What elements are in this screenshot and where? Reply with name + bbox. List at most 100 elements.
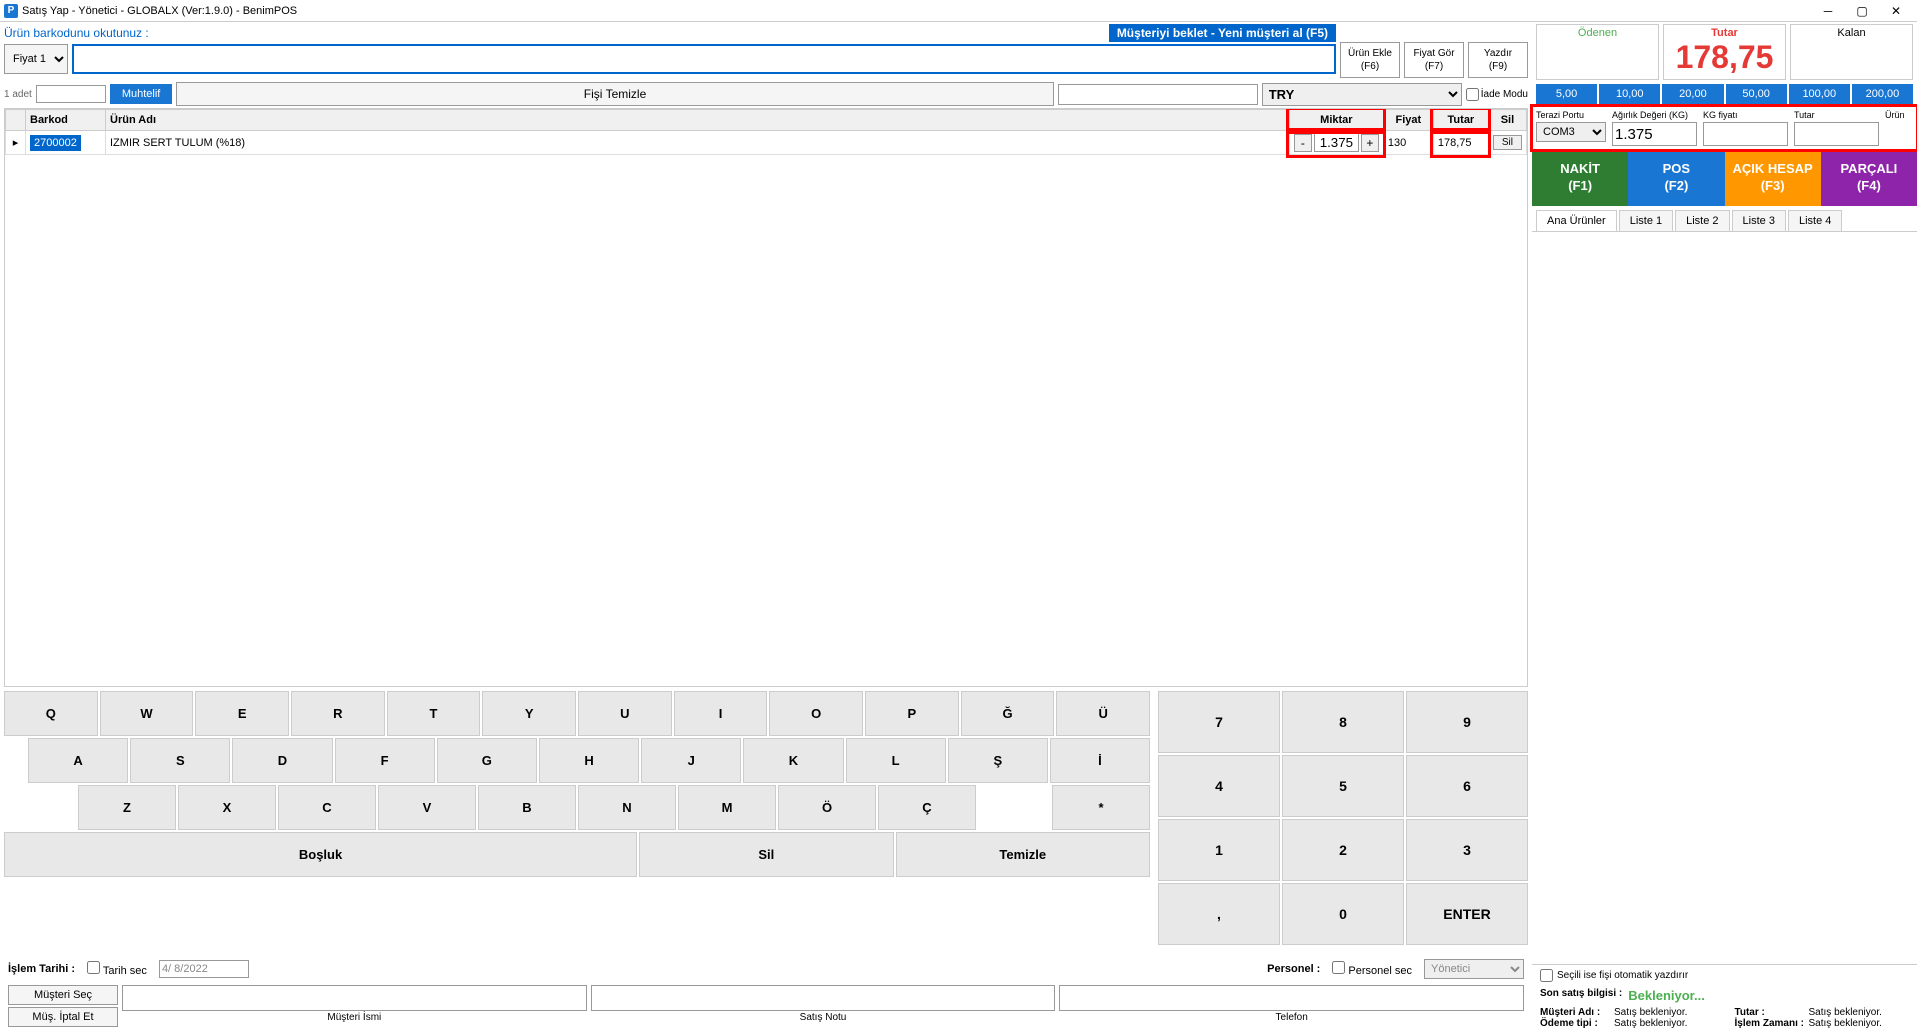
return-mode-checkbox[interactable]: İade Modu <box>1466 88 1528 101</box>
misc-button[interactable]: Muhtelif <box>110 84 173 104</box>
date-select-checkbox[interactable]: Tarih sec <box>87 961 147 977</box>
customer-select-button[interactable]: Müşteri Seç <box>8 985 118 1005</box>
kb-key-o[interactable]: O <box>769 691 863 736</box>
kb-key-m[interactable]: M <box>678 785 776 830</box>
kb-key-r[interactable]: R <box>291 691 385 736</box>
kb-key-h[interactable]: H <box>539 738 639 783</box>
col-sil[interactable]: Sil <box>1488 110 1526 131</box>
kb-key-z[interactable]: Z <box>78 785 176 830</box>
kb-key-q[interactable]: Q <box>4 691 98 736</box>
personnel-select[interactable]: Yönetici <box>1424 959 1524 979</box>
open-account-button[interactable]: AÇIK HESAP (F3) <box>1725 150 1821 206</box>
price-select[interactable]: Fiyat 1 <box>4 44 68 74</box>
kb-key-i[interactable]: I <box>674 691 768 736</box>
kb-key-x[interactable]: X <box>178 785 276 830</box>
clear-receipt-button[interactable]: Fişi Temizle <box>176 82 1053 106</box>
kb-key-l[interactable]: L <box>846 738 946 783</box>
numpad-7[interactable]: 7 <box>1158 691 1280 753</box>
add-product-button[interactable]: Ürün Ekle (F6) <box>1340 42 1400 78</box>
kb-key-i̇[interactable]: İ <box>1050 738 1150 783</box>
quick-amount-5,00[interactable]: 5,00 <box>1536 84 1597 104</box>
customer-name-input[interactable] <box>122 985 587 1011</box>
qty-input[interactable] <box>1314 133 1359 152</box>
product-tab-2[interactable]: Liste 2 <box>1675 210 1729 231</box>
partial-button[interactable]: PARÇALI (F4) <box>1821 150 1917 206</box>
numpad-5[interactable]: 5 <box>1282 755 1404 817</box>
product-tab-1[interactable]: Liste 1 <box>1619 210 1673 231</box>
kb-key-y[interactable]: Y <box>482 691 576 736</box>
quick-amount-10,00[interactable]: 10,00 <box>1599 84 1660 104</box>
kb-key-g[interactable]: G <box>437 738 537 783</box>
table-row[interactable]: ▸ 2700002 IZMIR SERT TULUM (%18) -+ 130 … <box>6 131 1527 155</box>
kb-key-n[interactable]: N <box>578 785 676 830</box>
product-tab-4[interactable]: Liste 4 <box>1788 210 1842 231</box>
numpad-6[interactable]: 6 <box>1406 755 1528 817</box>
kb-key-ş[interactable]: Ş <box>948 738 1048 783</box>
kb-key-ğ[interactable]: Ğ <box>961 691 1055 736</box>
kb-key-w[interactable]: W <box>100 691 194 736</box>
numpad-2[interactable]: 2 <box>1282 819 1404 881</box>
qty-plus[interactable]: + <box>1361 134 1379 152</box>
kg-price-input[interactable] <box>1703 122 1788 146</box>
see-price-button[interactable]: Fiyat Gör (F7) <box>1404 42 1464 78</box>
numpad-,[interactable]: , <box>1158 883 1280 945</box>
numpad-9[interactable]: 9 <box>1406 691 1528 753</box>
cash-button[interactable]: NAKİT (F1) <box>1532 150 1628 206</box>
auto-print-checkbox[interactable]: Seçili ise fişi otomatik yazdırır <box>1540 969 1909 982</box>
weight-input[interactable] <box>1612 122 1697 146</box>
col-barkod[interactable]: Barkod <box>26 110 106 131</box>
kb-key-ü[interactable]: Ü <box>1056 691 1150 736</box>
delete-row-button[interactable]: Sil <box>1493 135 1522 150</box>
sale-note-input[interactable] <box>591 985 1056 1011</box>
product-search-input[interactable] <box>1058 84 1258 105</box>
kb-key-p[interactable]: P <box>865 691 959 736</box>
personnel-select-checkbox[interactable]: Personel sec <box>1332 961 1412 977</box>
kb-key-f[interactable]: F <box>335 738 435 783</box>
hold-customer-button[interactable]: Müşteriyi beklet - Yeni müşteri al (F5) <box>1109 24 1336 42</box>
numpad-0[interactable]: 0 <box>1282 883 1404 945</box>
kb-key-ç[interactable]: Ç <box>878 785 976 830</box>
kb-key-e[interactable]: E <box>195 691 289 736</box>
minimize-button[interactable]: ─ <box>1811 1 1845 21</box>
col-fiyat[interactable]: Fiyat <box>1383 110 1433 131</box>
col-tutar[interactable]: Tutar <box>1433 110 1488 131</box>
print-button[interactable]: Yazdır (F9) <box>1468 42 1528 78</box>
numpad-4[interactable]: 4 <box>1158 755 1280 817</box>
kb-key-s[interactable]: S <box>130 738 230 783</box>
kb-key-ö[interactable]: Ö <box>778 785 876 830</box>
kb-key-j[interactable]: J <box>641 738 741 783</box>
currency-select[interactable]: TRY <box>1262 83 1462 106</box>
kb-key-v[interactable]: V <box>378 785 476 830</box>
kb-delete[interactable]: Sil <box>639 832 893 877</box>
kb-key-a[interactable]: A <box>28 738 128 783</box>
col-urun[interactable]: Ürün Adı <box>106 110 1290 131</box>
kb-key-b[interactable]: B <box>478 785 576 830</box>
numpad-1[interactable]: 1 <box>1158 819 1280 881</box>
pos-button[interactable]: POS (F2) <box>1628 150 1724 206</box>
scale-amount-input[interactable] <box>1794 122 1879 146</box>
kb-space[interactable]: Boşluk <box>4 832 637 877</box>
phone-input[interactable] <box>1059 985 1524 1011</box>
quick-amount-50,00[interactable]: 50,00 <box>1726 84 1787 104</box>
kb-key-star[interactable]: * <box>1052 785 1150 830</box>
quick-amount-100,00[interactable]: 100,00 <box>1789 84 1850 104</box>
kb-key-d[interactable]: D <box>232 738 332 783</box>
product-tab-0[interactable]: Ana Ürünler <box>1536 210 1617 231</box>
customer-cancel-button[interactable]: Müş. İptal Et <box>8 1007 118 1027</box>
numpad-8[interactable]: 8 <box>1282 691 1404 753</box>
date-input[interactable] <box>159 960 249 978</box>
col-miktar[interactable]: Miktar <box>1289 110 1383 131</box>
kb-key-t[interactable]: T <box>387 691 481 736</box>
numpad-ENTER[interactable]: ENTER <box>1406 883 1528 945</box>
kb-clear[interactable]: Temizle <box>896 832 1150 877</box>
kb-key-u[interactable]: U <box>578 691 672 736</box>
kb-key-c[interactable]: C <box>278 785 376 830</box>
maximize-button[interactable]: ▢ <box>1845 1 1879 21</box>
quick-amount-200,00[interactable]: 200,00 <box>1852 84 1913 104</box>
barcode-input[interactable] <box>72 44 1336 74</box>
kb-key-k[interactable]: K <box>743 738 843 783</box>
numpad-3[interactable]: 3 <box>1406 819 1528 881</box>
product-tab-3[interactable]: Liste 3 <box>1732 210 1786 231</box>
scale-port-select[interactable]: COM3 <box>1536 122 1606 142</box>
quick-amount-20,00[interactable]: 20,00 <box>1662 84 1723 104</box>
